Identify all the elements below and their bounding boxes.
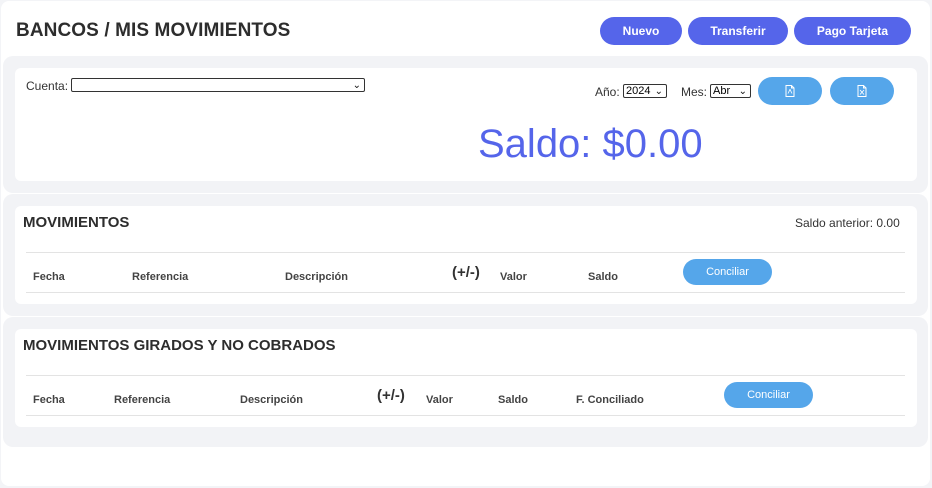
- col-header-saldo: Saldo: [588, 271, 618, 283]
- col-header-descripcion: Descripción: [285, 271, 348, 283]
- col-header-sign: (+/-): [377, 387, 405, 404]
- divider: [26, 292, 905, 293]
- previous-balance: Saldo anterior: 0.00: [795, 216, 900, 230]
- col-header-fecha: Fecha: [33, 271, 65, 283]
- export-excel-button[interactable]: [830, 77, 894, 105]
- col-header-valor: Valor: [426, 394, 453, 406]
- chevron-down-icon: ⌄: [352, 80, 361, 91]
- pending-title: MOVIMIENTOS GIRADOS Y NO COBRADOS: [23, 337, 336, 354]
- col-header-saldo: Saldo: [498, 394, 528, 406]
- excel-file-icon: [857, 85, 867, 97]
- divider: [26, 415, 905, 416]
- pdf-file-icon: [785, 85, 795, 97]
- chevron-down-icon: ⌄: [654, 86, 663, 97]
- balance-total: Saldo: $0.00: [478, 122, 703, 166]
- year-select-value: 2024: [626, 85, 651, 97]
- page-title: BANCOS / MIS MOVIMIENTOS: [16, 20, 291, 41]
- col-header-descripcion: Descripción: [240, 394, 303, 406]
- col-header-valor: Valor: [500, 271, 527, 283]
- year-select[interactable]: 2024 ⌄: [623, 84, 667, 98]
- export-pdf-button[interactable]: [758, 77, 822, 105]
- account-select[interactable]: ⌄: [71, 78, 365, 92]
- year-label: Año:: [595, 85, 620, 99]
- month-label: Mes:: [681, 85, 708, 99]
- col-header-referencia: Referencia: [114, 394, 171, 406]
- account-label: Cuenta:: [26, 79, 69, 93]
- col-header-sign: (+/-): [452, 264, 480, 281]
- divider: [26, 252, 905, 253]
- col-header-fecha-conciliado: F. Conciliado: [576, 394, 644, 406]
- col-header-referencia: Referencia: [132, 271, 189, 283]
- reconcile-button[interactable]: Conciliar: [683, 259, 772, 285]
- card-payment-button[interactable]: Pago Tarjeta: [794, 17, 911, 45]
- divider: [26, 375, 905, 376]
- transfer-button[interactable]: Transferir: [688, 17, 788, 45]
- reconcile-button[interactable]: Conciliar: [724, 382, 813, 408]
- col-header-fecha: Fecha: [33, 394, 65, 406]
- new-button[interactable]: Nuevo: [600, 17, 682, 45]
- chevron-down-icon: ⌄: [738, 86, 747, 97]
- movements-panel: [15, 206, 917, 304]
- movements-title: MOVIMIENTOS: [23, 214, 130, 231]
- month-select-value: Abr: [713, 85, 731, 97]
- month-select[interactable]: Abr ⌄: [710, 84, 751, 98]
